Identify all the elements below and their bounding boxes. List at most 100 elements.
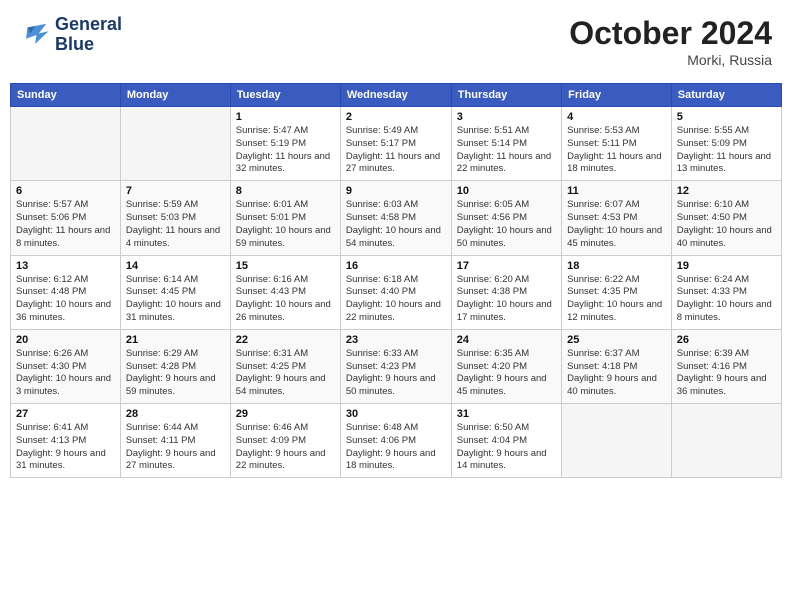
calendar-cell: 4 Sunrise: 5:53 AMSunset: 5:11 PMDaylight… (562, 107, 672, 181)
calendar-cell: 17 Sunrise: 6:20 AMSunset: 4:38 PMDayligh… (451, 255, 561, 329)
calendar-cell: 20Sunrise: 6:26 AMSunset: 4:30 PMDayligh… (11, 329, 121, 403)
weekday-header-monday: Monday (120, 84, 230, 107)
day-number: 1 (236, 111, 335, 123)
day-info: Sunrise: 6:41 AMSunset: 4:13 PMDaylight:… (16, 422, 115, 473)
calendar-cell: 28 Sunrise: 6:44 AMSunset: 4:11 PMDayligh… (120, 404, 230, 478)
day-number: 28 (126, 408, 225, 420)
day-number: 13 (16, 260, 115, 272)
day-info: Sunrise: 6:16 AMSunset: 4:43 PMDaylight:… (236, 274, 335, 325)
weekday-header-saturday: Saturday (671, 84, 781, 107)
day-number: 4 (567, 111, 666, 123)
day-number: 3 (457, 111, 556, 123)
logo: General Blue (20, 15, 122, 55)
calendar-week-3: 13Sunrise: 6:12 AMSunset: 4:48 PMDayligh… (11, 255, 782, 329)
day-number: 11 (567, 185, 666, 197)
day-number: 22 (236, 334, 335, 346)
day-number: 10 (457, 185, 556, 197)
day-info: Sunrise: 6:35 AMSunset: 4:20 PMDaylight:… (457, 348, 556, 399)
day-number: 23 (346, 334, 446, 346)
calendar-cell: 6Sunrise: 5:57 AMSunset: 5:06 PMDaylight… (11, 181, 121, 255)
day-info: Sunrise: 5:53 AMSunset: 5:11 PMDaylight:… (567, 125, 666, 176)
calendar-body: 1 Sunrise: 5:47 AMSunset: 5:19 PMDaylight… (11, 107, 782, 478)
calendar-cell: 5 Sunrise: 5:55 AMSunset: 5:09 PMDaylight… (671, 107, 781, 181)
day-number: 9 (346, 185, 446, 197)
calendar-cell: 3Sunrise: 5:51 AMSunset: 5:14 PMDaylight… (451, 107, 561, 181)
calendar-cell: 19 Sunrise: 6:24 AMSunset: 4:33 PMDayligh… (671, 255, 781, 329)
calendar-week-4: 20Sunrise: 6:26 AMSunset: 4:30 PMDayligh… (11, 329, 782, 403)
calendar-cell: 18 Sunrise: 6:22 AMSunset: 4:35 PMDayligh… (562, 255, 672, 329)
calendar-cell: 7 Sunrise: 5:59 AMSunset: 5:03 PMDaylight… (120, 181, 230, 255)
day-info: Sunrise: 6:01 AMSunset: 5:01 PMDaylight:… (236, 199, 335, 250)
calendar-cell: 15Sunrise: 6:16 AMSunset: 4:43 PMDayligh… (230, 255, 340, 329)
day-number: 20 (16, 334, 115, 346)
calendar-week-1: 1 Sunrise: 5:47 AMSunset: 5:19 PMDaylight… (11, 107, 782, 181)
day-number: 31 (457, 408, 556, 420)
calendar-cell (562, 404, 672, 478)
calendar-cell: 8 Sunrise: 6:01 AMSunset: 5:01 PMDaylight… (230, 181, 340, 255)
day-number: 24 (457, 334, 556, 346)
day-info: Sunrise: 5:59 AMSunset: 5:03 PMDaylight:… (126, 199, 225, 250)
day-info: Sunrise: 5:47 AMSunset: 5:19 PMDaylight:… (236, 125, 335, 176)
day-info: Sunrise: 6:03 AMSunset: 4:58 PMDaylight:… (346, 199, 446, 250)
day-number: 5 (677, 111, 776, 123)
calendar-cell (11, 107, 121, 181)
day-number: 12 (677, 185, 776, 197)
logo-text: General Blue (55, 15, 122, 55)
day-number: 27 (16, 408, 115, 420)
month-title: October 2024 (569, 15, 772, 52)
logo-icon (20, 20, 50, 50)
calendar-cell: 11 Sunrise: 6:07 AMSunset: 4:53 PMDayligh… (562, 181, 672, 255)
weekday-header-tuesday: Tuesday (230, 84, 340, 107)
calendar-cell: 14Sunrise: 6:14 AMSunset: 4:45 PMDayligh… (120, 255, 230, 329)
weekday-header-row: SundayMondayTuesdayWednesdayThursdayFrid… (11, 84, 782, 107)
day-info: Sunrise: 5:57 AMSunset: 5:06 PMDaylight:… (16, 199, 115, 250)
day-info: Sunrise: 6:05 AMSunset: 4:56 PMDaylight:… (457, 199, 556, 250)
calendar-cell: 30 Sunrise: 6:48 AMSunset: 4:06 PMDayligh… (340, 404, 451, 478)
day-info: Sunrise: 6:48 AMSunset: 4:06 PMDaylight:… (346, 422, 446, 473)
day-info: Sunrise: 6:46 AMSunset: 4:09 PMDaylight:… (236, 422, 335, 473)
calendar-cell: 23 Sunrise: 6:33 AMSunset: 4:23 PMDayligh… (340, 329, 451, 403)
calendar-cell: 27 Sunrise: 6:41 AMSunset: 4:13 PMDayligh… (11, 404, 121, 478)
weekday-header-wednesday: Wednesday (340, 84, 451, 107)
calendar-cell: 24 Sunrise: 6:35 AMSunset: 4:20 PMDayligh… (451, 329, 561, 403)
weekday-header-sunday: Sunday (11, 84, 121, 107)
day-number: 16 (346, 260, 446, 272)
calendar-cell (671, 404, 781, 478)
day-info: Sunrise: 6:24 AMSunset: 4:33 PMDaylight:… (677, 274, 776, 325)
day-number: 7 (126, 185, 225, 197)
day-info: Sunrise: 6:50 AMSunset: 4:04 PMDaylight:… (457, 422, 556, 473)
day-number: 17 (457, 260, 556, 272)
calendar-cell: 25Sunrise: 6:37 AMSunset: 4:18 PMDayligh… (562, 329, 672, 403)
day-info: Sunrise: 6:29 AMSunset: 4:28 PMDaylight:… (126, 348, 225, 399)
calendar-cell: 16 Sunrise: 6:18 AMSunset: 4:40 PMDayligh… (340, 255, 451, 329)
calendar-cell: 1 Sunrise: 5:47 AMSunset: 5:19 PMDaylight… (230, 107, 340, 181)
page-header: General Blue October 2024 Morki, Russia (10, 10, 782, 73)
day-number: 18 (567, 260, 666, 272)
calendar-cell: 13Sunrise: 6:12 AMSunset: 4:48 PMDayligh… (11, 255, 121, 329)
calendar-cell: 2Sunrise: 5:49 AMSunset: 5:17 PMDaylight… (340, 107, 451, 181)
calendar-week-5: 27 Sunrise: 6:41 AMSunset: 4:13 PMDayligh… (11, 404, 782, 478)
weekday-header-friday: Friday (562, 84, 672, 107)
day-info: Sunrise: 6:20 AMSunset: 4:38 PMDaylight:… (457, 274, 556, 325)
day-info: Sunrise: 6:18 AMSunset: 4:40 PMDaylight:… (346, 274, 446, 325)
calendar-week-2: 6Sunrise: 5:57 AMSunset: 5:06 PMDaylight… (11, 181, 782, 255)
day-info: Sunrise: 6:07 AMSunset: 4:53 PMDaylight:… (567, 199, 666, 250)
day-info: Sunrise: 5:49 AMSunset: 5:17 PMDaylight:… (346, 125, 446, 176)
day-number: 29 (236, 408, 335, 420)
day-info: Sunrise: 6:44 AMSunset: 4:11 PMDaylight:… (126, 422, 225, 473)
calendar-cell: 10 Sunrise: 6:05 AMSunset: 4:56 PMDayligh… (451, 181, 561, 255)
day-info: Sunrise: 6:39 AMSunset: 4:16 PMDaylight:… (677, 348, 776, 399)
day-info: Sunrise: 6:33 AMSunset: 4:23 PMDaylight:… (346, 348, 446, 399)
calendar-cell: 31 Sunrise: 6:50 AMSunset: 4:04 PMDayligh… (451, 404, 561, 478)
calendar-cell: 21Sunrise: 6:29 AMSunset: 4:28 PMDayligh… (120, 329, 230, 403)
day-number: 14 (126, 260, 225, 272)
calendar-cell: 29 Sunrise: 6:46 AMSunset: 4:09 PMDayligh… (230, 404, 340, 478)
title-block: October 2024 Morki, Russia (569, 15, 772, 68)
day-number: 8 (236, 185, 335, 197)
day-number: 30 (346, 408, 446, 420)
calendar-cell: 22Sunrise: 6:31 AMSunset: 4:25 PMDayligh… (230, 329, 340, 403)
day-info: Sunrise: 5:55 AMSunset: 5:09 PMDaylight:… (677, 125, 776, 176)
day-info: Sunrise: 6:22 AMSunset: 4:35 PMDaylight:… (567, 274, 666, 325)
day-number: 19 (677, 260, 776, 272)
day-number: 25 (567, 334, 666, 346)
